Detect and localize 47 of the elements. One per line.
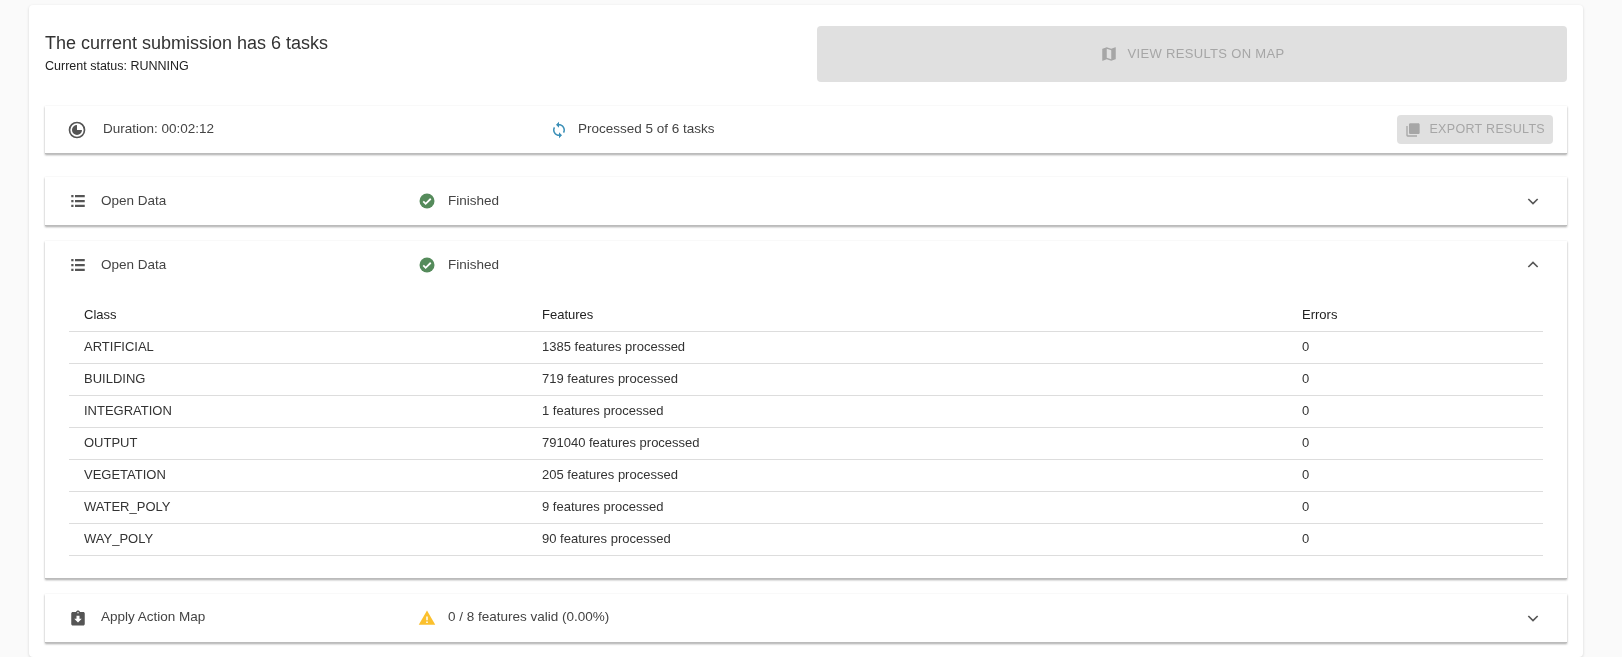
clock-icon [67, 119, 87, 140]
table-cell: 0 [1287, 395, 1543, 427]
table-cell: 0 [1287, 523, 1543, 555]
table-cell: 0 [1287, 459, 1543, 491]
table-cell: 0 [1287, 363, 1543, 395]
task-status: 0 / 8 features valid (0.00%) [448, 608, 610, 627]
list-icon [69, 256, 87, 274]
task-name: Apply Action Map [101, 608, 206, 627]
column-header: Features [527, 299, 1287, 331]
column-header: Errors [1287, 299, 1543, 331]
map-icon [1099, 45, 1118, 63]
table-cell: 90 features processed [527, 523, 1287, 555]
status-text: Current status: RUNNING [45, 58, 190, 75]
check-circle-icon [418, 192, 436, 210]
table-cell: 0 [1287, 491, 1543, 523]
submission-title: The current submission has 6 tasks [45, 32, 329, 55]
task-status: Finished [448, 191, 500, 210]
table-cell: 1 features processed [527, 395, 1287, 427]
table-cell: 0 [1287, 331, 1543, 363]
task-name: Open Data [101, 191, 167, 210]
table-cell: INTEGRATION [69, 395, 527, 427]
table-cell: 205 features processed [527, 459, 1287, 491]
table-cell: ARTIFICIAL [69, 331, 527, 363]
task-header[interactable]: Open Data Finished [45, 177, 1567, 225]
table-cell: OUTPUT [69, 427, 527, 459]
table-cell: 0 [1287, 427, 1543, 459]
table-cell: 9 features processed [527, 491, 1287, 523]
warning-icon [418, 608, 436, 627]
table-cell: 791040 features processed [527, 427, 1287, 459]
table-cell: 1385 features processed [527, 331, 1287, 363]
task-header[interactable]: Open Data Finished [45, 241, 1567, 289]
table-cell: BUILDING [69, 363, 527, 395]
duration-text: Duration: 00:02:12 [103, 120, 215, 139]
pdf-icon [1405, 121, 1422, 138]
progress-text: Processed 5 of 6 tasks [578, 120, 715, 139]
check-circle-icon [418, 256, 436, 274]
table-cell: VEGETATION [69, 459, 527, 491]
list-icon [69, 192, 87, 210]
table-cell: 719 features processed [527, 363, 1287, 395]
task-header[interactable]: Apply Action Map 0 / 8 features valid (0.00%) [45, 593, 1567, 642]
task-status: Finished [448, 255, 500, 274]
task-name: Open Data [101, 255, 167, 274]
column-header: Class [69, 299, 527, 331]
clipboard-icon [69, 608, 87, 627]
table-cell: WATER_POLY [69, 491, 527, 523]
sync-icon [550, 120, 568, 139]
table-cell: WAY_POLY [69, 523, 527, 555]
